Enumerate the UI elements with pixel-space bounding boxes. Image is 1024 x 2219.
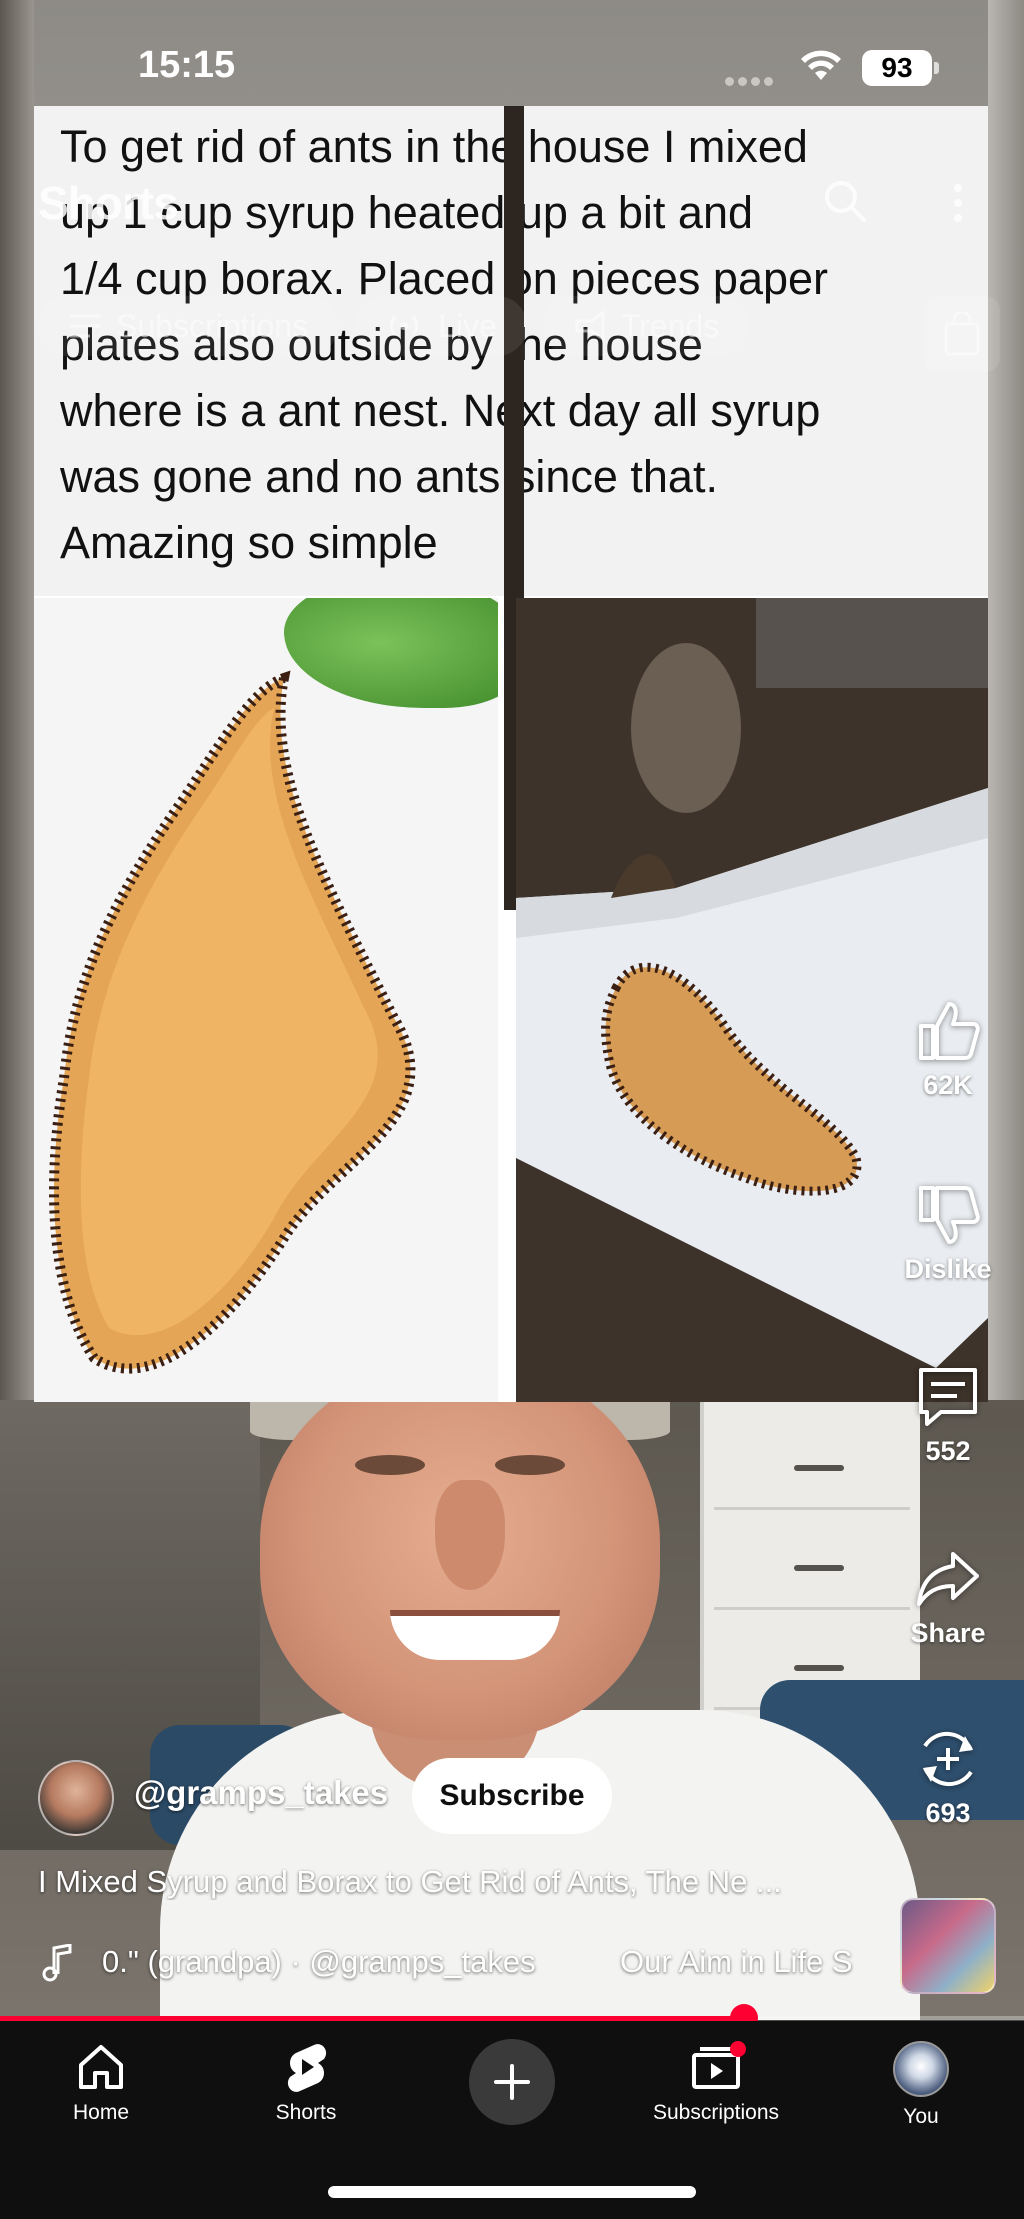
channel-handle[interactable]: @gramps_takes <box>134 1774 388 1812</box>
chip-subscriptions[interactable]: Subscriptions <box>38 296 339 356</box>
video-subject-man <box>150 1350 1024 2020</box>
trending-icon <box>575 310 605 342</box>
shopping-bag-icon <box>944 312 980 356</box>
share-button[interactable]: Share <box>893 1544 1003 1649</box>
dislike-button[interactable]: Dislike <box>893 1180 1003 1285</box>
notification-dot <box>730 2041 746 2057</box>
thumbs-down-icon <box>919 1186 980 1244</box>
shopping-bag-button[interactable] <box>924 296 1000 372</box>
dislike-label: Dislike <box>904 1254 992 1284</box>
search-icon[interactable] <box>822 178 868 224</box>
face <box>260 1360 660 1740</box>
remix-icon <box>923 1731 973 1787</box>
background-wall <box>0 0 34 1400</box>
chip-label: Trends <box>620 307 720 344</box>
battery-indicator: 93 <box>862 50 932 86</box>
video-title[interactable]: I Mixed Syrup and Borax to Get Rid of An… <box>38 1864 878 1900</box>
comment-icon <box>919 1368 977 1426</box>
chip-trends[interactable]: Trends <box>542 296 750 356</box>
syrup-photo-graphic <box>34 598 498 1402</box>
nav-label: Subscriptions <box>652 2101 780 2124</box>
nose <box>435 1480 505 1590</box>
share-label: Share <box>910 1618 986 1648</box>
photo-syrup-plate <box>34 598 498 1402</box>
like-button[interactable]: 62K <box>893 996 1003 1101</box>
shorts-icon <box>287 2044 327 2092</box>
battery-icon <box>934 62 939 74</box>
create-button[interactable] <box>469 2039 555 2125</box>
nav-you[interactable]: You <box>841 2041 1001 2129</box>
eye <box>355 1455 425 1475</box>
you-avatar <box>893 2041 949 2097</box>
live-icon <box>390 315 419 337</box>
more-options-icon[interactable] <box>948 180 968 226</box>
wifi-icon <box>801 50 841 80</box>
sound-thumbnail[interactable] <box>900 1898 996 1994</box>
home-icon <box>79 2045 123 2089</box>
channel-avatar[interactable] <box>38 1760 114 1836</box>
chip-label: Subscriptions <box>116 307 309 344</box>
chip-label: Live <box>438 307 497 344</box>
mouth <box>390 1610 560 1660</box>
nav-label: You <box>903 2105 939 2128</box>
nav-label: Home <box>72 2101 130 2124</box>
share-icon <box>917 1552 979 1606</box>
signal-icon <box>725 73 779 86</box>
remix-count: 693 <box>925 1798 971 1828</box>
thumbs-up-icon <box>919 1002 980 1060</box>
eye <box>495 1455 565 1475</box>
home-indicator <box>328 2186 696 2198</box>
nav-label: Shorts <box>275 2101 337 2124</box>
chip-live[interactable]: Live <box>354 296 527 356</box>
page-title: Shorts <box>38 177 179 229</box>
nav-home[interactable]: Home <box>21 2041 181 2125</box>
sound-attribution-extra[interactable]: Our Aim in Life S <box>620 1944 853 1980</box>
comment-count: 552 <box>925 1436 971 1466</box>
like-count: 62K <box>923 1070 973 1100</box>
nav-subscriptions[interactable]: Subscriptions <box>636 2041 796 2125</box>
status-time: 15:15 <box>138 44 236 86</box>
remix-button[interactable]: 693 <box>893 1724 1003 1829</box>
subscribe-button[interactable]: Subscribe <box>412 1758 612 1834</box>
shorts-filter-chips: Subscriptions Live Trends <box>38 296 750 356</box>
list-icon <box>70 314 100 338</box>
music-note-icon <box>42 1944 72 1982</box>
nav-shorts[interactable]: Shorts <box>226 2041 386 2125</box>
comments-button[interactable]: 552 <box>893 1362 1003 1467</box>
sound-attribution[interactable]: 0." (grandpa) · @gramps_takes <box>102 1944 536 1980</box>
status-bar: 15:15 93 <box>0 0 1024 130</box>
